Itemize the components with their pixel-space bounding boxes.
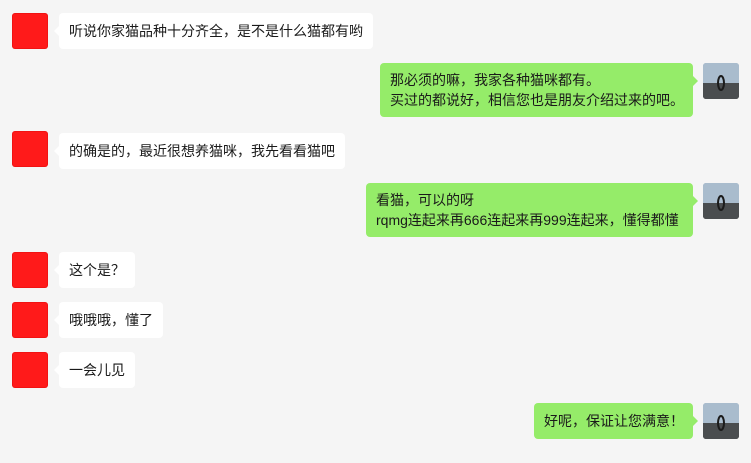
message-bubble-outgoing[interactable]: 那必须的嘛，我家各种猫咪都有。 买过的都说好，相信您也是朋友介绍过来的吧。 <box>380 63 698 117</box>
self-avatar[interactable] <box>703 183 739 219</box>
message-text: 看猫，可以的呀 <box>376 192 474 208</box>
contact-avatar[interactable] <box>12 352 48 388</box>
message-bubble-incoming[interactable]: 哦哦哦，懂了 <box>54 302 163 338</box>
message-bubble-incoming[interactable]: 的确是的，最近很想养猫咪，我先看看猫吧 <box>54 133 345 169</box>
message-text: 听说你家猫品种十分齐全，是不是什么猫都有哟 <box>69 23 363 39</box>
message-text: 哦哦哦，懂了 <box>69 312 153 328</box>
self-avatar[interactable] <box>703 403 739 439</box>
message-text: rqmg连起来再666连起来再999连起来，懂得都懂 <box>376 212 679 228</box>
message-bubble-incoming[interactable]: 这个是？ <box>54 252 135 288</box>
message-text: 好呢，保证让您满意！ <box>544 413 684 429</box>
message-text: 那必须的嘛，我家各种猫咪都有。 <box>390 72 600 88</box>
beach-sculpture-icon <box>703 183 739 219</box>
message-text: 这个是？ <box>69 262 125 278</box>
message-bubble-outgoing[interactable]: 看猫，可以的呀 rqmg连起来再666连起来再999连起来，懂得都懂 <box>366 183 698 237</box>
message-bubble-outgoing[interactable]: 好呢，保证让您满意！ <box>534 403 698 439</box>
message-bubble-incoming[interactable]: 一会儿见 <box>54 352 135 388</box>
beach-sculpture-icon <box>703 403 739 439</box>
beach-sculpture-icon <box>703 63 739 99</box>
message-text: 买过的都说好，相信您也是朋友介绍过来的吧。 <box>390 92 684 108</box>
message-text: 的确是的，最近很想养猫咪，我先看看猫吧 <box>69 143 335 159</box>
self-avatar[interactable] <box>703 63 739 99</box>
contact-avatar[interactable] <box>12 252 48 288</box>
message-bubble-incoming[interactable]: 听说你家猫品种十分齐全，是不是什么猫都有哟 <box>54 13 373 49</box>
contact-avatar[interactable] <box>12 13 48 49</box>
contact-avatar[interactable] <box>12 131 48 167</box>
message-text: 一会儿见 <box>69 362 125 378</box>
contact-avatar[interactable] <box>12 302 48 338</box>
